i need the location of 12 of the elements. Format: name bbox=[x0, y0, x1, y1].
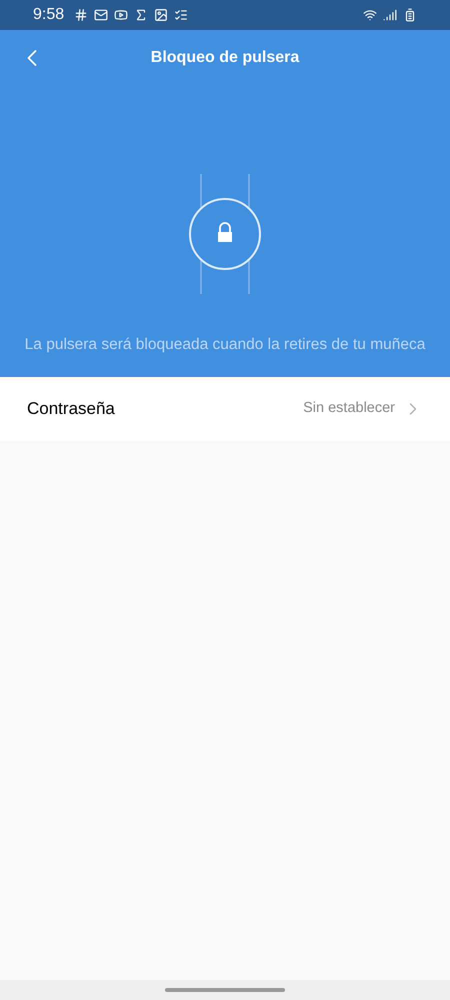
list-icon bbox=[174, 8, 188, 22]
wifi-icon bbox=[363, 8, 377, 22]
mail-icon bbox=[94, 8, 108, 22]
hash-icon bbox=[74, 8, 88, 22]
page-title: Bloqueo de pulsera bbox=[150, 48, 300, 68]
image-icon bbox=[154, 8, 168, 22]
signal-icon bbox=[383, 8, 397, 22]
play-icon bbox=[114, 8, 128, 22]
battery-icon bbox=[403, 8, 417, 22]
status-time: 9:58 bbox=[33, 5, 64, 25]
settings-row[interactable]: Contraseña Sin establecer bbox=[0, 377, 450, 441]
lock-description: La pulsera será bloqueada cuando la retires de tu muñeca bbox=[24, 335, 426, 355]
